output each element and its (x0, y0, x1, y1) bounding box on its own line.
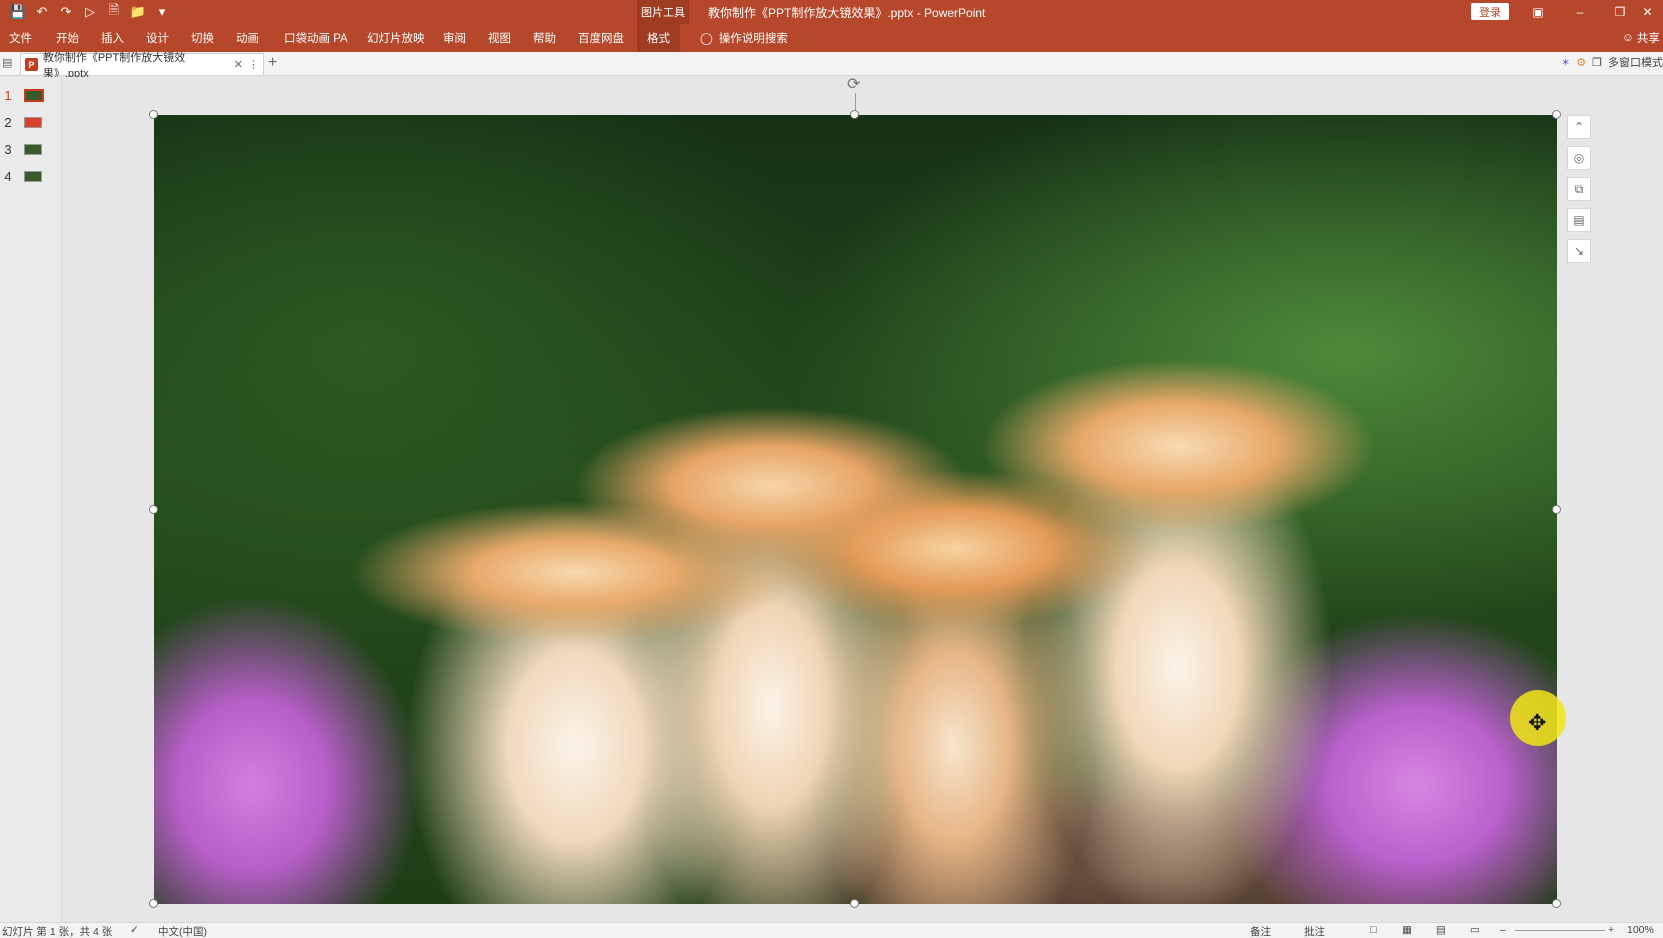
resize-handle-top[interactable] (850, 110, 859, 119)
quick-access-toolbar: 💾 ↶ ↷ ▷ 🗎 📁 ▾ (8, 2, 172, 22)
slideshow-view-icon[interactable]: ▭ (1470, 924, 1480, 936)
status-bar: 幻灯片 第 1 张，共 4 张 ✓ 中文(中国) 备注 批注 □ ▦ ▤ ▭ –… (0, 922, 1663, 938)
slide-number: 1 (4, 87, 12, 103)
tab-file[interactable]: 文件 (9, 24, 32, 52)
language-indicator[interactable]: 中文(中国) (158, 924, 207, 938)
tab-animations[interactable]: 动画 (236, 24, 259, 52)
settings-gear-icon[interactable]: ⚙ (1576, 56, 1586, 69)
slide-preview (24, 116, 42, 128)
spell-check-icon[interactable]: ✓ (130, 924, 139, 936)
resize-handle-top-right[interactable] (1552, 110, 1561, 119)
share-label: 共享 (1636, 33, 1660, 45)
slide-thumbnail[interactable]: 3 (0, 138, 62, 160)
slide-thumbnail[interactable]: 4 (0, 165, 62, 187)
slide-number: 4 (4, 168, 12, 184)
slide-info: 幻灯片 第 1 张，共 4 张 (2, 926, 113, 938)
resize-handle-bottom[interactable] (850, 899, 859, 908)
tell-me-search[interactable]: ◯ 操作说明搜索 (700, 24, 788, 52)
tab-help[interactable]: 帮助 (533, 24, 556, 52)
start-from-beginning-icon[interactable]: ▷ (80, 2, 100, 22)
new-tab-icon[interactable]: + (268, 55, 277, 71)
slide-preview (24, 170, 42, 182)
slide-thumbnail[interactable]: 2 (0, 111, 62, 133)
slide-preview (24, 143, 42, 155)
ribbon-tabs: 文件 开始 插入 设计 切换 动画 口袋动画 PA 幻灯片放映 审阅 视图 帮助… (0, 24, 1663, 52)
resize-picture-icon[interactable]: ↘ (1567, 239, 1591, 263)
tab-more-icon[interactable]: ⋮ (248, 58, 259, 71)
lightbulb-icon: ◯ (700, 33, 713, 45)
multi-window-label[interactable]: 多窗口模式 (1608, 54, 1663, 70)
strip-right-tools: ✶ ⚙ ❐ 多窗口模式 (1561, 54, 1663, 70)
skin-icon[interactable]: ✶ (1561, 56, 1570, 69)
format-picture-icon[interactable]: ▤ (1567, 208, 1591, 232)
login-button[interactable]: 登录 (1471, 3, 1509, 20)
resize-handle-right[interactable] (1552, 505, 1561, 514)
tab-pocket-animation[interactable]: 口袋动画 PA (284, 24, 348, 52)
share-button[interactable]: ☺ 共享 (1622, 24, 1660, 52)
document-tab[interactable]: P 教你制作《PPT制作放大镜效果》.pptx ✕ ⋮ (20, 52, 264, 80)
customize-toolbar-icon[interactable]: ▾ (152, 2, 172, 22)
resize-handle-left[interactable] (149, 505, 158, 514)
ribbon-display-options-icon[interactable]: ▣ (1518, 0, 1558, 24)
arrange-layers-icon[interactable]: ⧉ (1567, 177, 1591, 201)
zoom-slider[interactable] (1515, 930, 1605, 931)
tab-format[interactable]: 格式 (637, 24, 680, 52)
close-tab-icon[interactable]: ✕ (234, 58, 243, 71)
move-cursor-icon: ✥ (1528, 710, 1547, 735)
tab-view[interactable]: 视图 (488, 24, 511, 52)
slide-number: 3 (4, 141, 12, 157)
zoom-level[interactable]: 100% (1627, 924, 1654, 936)
document-tab-label: 教你制作《PPT制作放大镜效果》.pptx (42, 51, 186, 80)
powerpoint-file-icon: P (25, 58, 38, 71)
undo-icon[interactable]: ↶ (32, 2, 52, 22)
picture-tools-label: 图片工具 (637, 0, 689, 24)
save-icon[interactable]: 💾 (8, 2, 28, 22)
tab-review[interactable]: 审阅 (443, 24, 466, 52)
normal-view-icon[interactable]: □ (1370, 924, 1376, 936)
comments-button[interactable]: 批注 (1304, 924, 1325, 938)
rotate-handle-icon[interactable]: ⟳ (847, 74, 860, 94)
minimize-icon[interactable]: – (1560, 0, 1600, 24)
reading-view-icon[interactable]: ▤ (1436, 924, 1446, 936)
tab-baidu-netdisk[interactable]: 百度网盘 (578, 24, 624, 52)
kittens-picture[interactable] (154, 115, 1557, 904)
crop-focus-icon[interactable]: ◎ (1567, 146, 1591, 170)
slide-thumbnail[interactable]: 1 (0, 84, 62, 106)
new-file-icon[interactable]: 🗎 (104, 2, 124, 22)
document-title: 教你制作《PPT制作放大镜效果》.pptx - PowerPoint (708, 6, 986, 20)
open-folder-icon[interactable]: 📁 (128, 2, 148, 22)
multi-window-icon[interactable]: ❐ (1592, 56, 1602, 69)
collapse-up-icon[interactable]: ⌃ (1567, 115, 1591, 139)
slide-preview (24, 88, 44, 102)
slide-sorter-icon[interactable]: ▦ (1402, 924, 1412, 936)
resize-handle-bottom-right[interactable] (1552, 899, 1561, 908)
slide-number: 2 (4, 114, 12, 130)
tab-list-icon[interactable]: ▤ (2, 56, 12, 69)
document-tab-strip: ▤ P 教你制作《PPT制作放大镜效果》.pptx ✕ ⋮ + ✶ ⚙ ❐ 多窗… (0, 52, 1663, 80)
tell-me-label: 操作说明搜索 (718, 33, 788, 45)
resize-handle-top-left[interactable] (149, 110, 158, 119)
redo-icon[interactable]: ↷ (56, 2, 76, 22)
tab-slideshow[interactable]: 幻灯片放映 (367, 24, 425, 52)
title-bar: 💾 ↶ ↷ ▷ 🗎 📁 ▾ 图片工具 教你制作《PPT制作放大镜效果》.pptx… (0, 0, 1663, 24)
notes-button[interactable]: 备注 (1250, 924, 1271, 938)
zoom-in-icon[interactable]: + (1608, 924, 1614, 936)
floating-quick-tools: ⌃ ◎ ⧉ ▤ ↘ (1567, 115, 1591, 263)
zoom-out-icon[interactable]: – (1500, 924, 1506, 936)
slide-thumbnails-pane: 1 2 3 4 (0, 77, 62, 922)
resize-handle-bottom-left[interactable] (149, 899, 158, 908)
close-icon[interactable]: ✕ (1632, 0, 1663, 24)
person-icon: ☺ (1622, 32, 1634, 44)
